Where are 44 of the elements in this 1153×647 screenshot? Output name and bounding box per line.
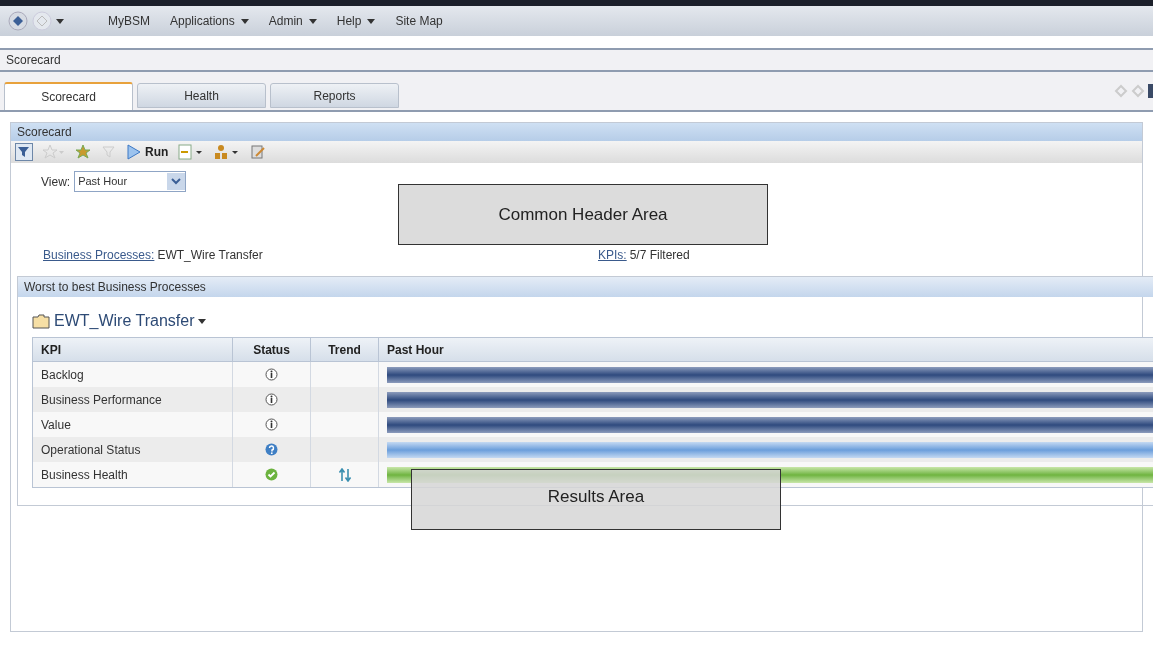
nav-menu[interactable]: MyBSM (108, 12, 150, 30)
folder-icon (32, 313, 50, 329)
nav-menu[interactable]: Site Map (395, 12, 443, 30)
back-icon[interactable] (8, 11, 28, 31)
business-process-value: EWT_Wire Transfer (157, 247, 263, 264)
run-button[interactable]: Run (127, 143, 169, 161)
star-icon[interactable] (75, 144, 91, 160)
kpi-name: Value (41, 416, 71, 434)
star-icon[interactable] (43, 144, 65, 160)
panel-title: Worst to best Business Processes (24, 279, 206, 296)
filter-icon[interactable] (15, 143, 33, 161)
nav-menu[interactable]: Help (336, 12, 376, 30)
chevron-down-icon (167, 173, 186, 190)
history-caret-icon (56, 18, 64, 24)
view-dropdown[interactable]: Past Hour (74, 171, 187, 192)
column-header: KPI (33, 338, 233, 361)
business-processes-link[interactable]: Business Processes: (43, 246, 155, 264)
kpi-name: Backlog (41, 366, 84, 384)
next-icon[interactable] (1131, 84, 1145, 98)
kpi-name: Operational Status (41, 441, 141, 459)
column-header: Past Hour (379, 338, 1153, 361)
nav-menu[interactable]: Admin (268, 12, 317, 30)
tab[interactable]: Scorecard (4, 82, 133, 110)
tab[interactable]: Reports (270, 83, 399, 108)
previous-icon[interactable] (1114, 84, 1128, 98)
callout-label: Common Header Area (398, 184, 768, 245)
panel-title: Scorecard (17, 124, 72, 141)
edit-icon[interactable] (250, 144, 267, 160)
callout-label: Results Area (411, 469, 781, 530)
kpis-value: 5/7 Filtered (629, 247, 690, 264)
hierarchy-icon[interactable] (214, 144, 241, 160)
tab[interactable]: Health (137, 83, 266, 108)
nav-menu[interactable]: Applications (170, 12, 249, 30)
view-label: View: (41, 173, 71, 191)
column-header: Trend (311, 338, 379, 361)
kpis-link[interactable]: KPIs: (598, 246, 627, 264)
caret-icon (198, 318, 207, 324)
play-icon (127, 144, 141, 160)
page-title: Scorecard (6, 52, 61, 69)
column-header: Status (233, 338, 311, 361)
kpi-name: Business Performance (41, 391, 162, 409)
kpi-name: Business Health (41, 466, 128, 484)
process-title[interactable]: EWT_Wire Transfer (54, 309, 207, 333)
export-icon[interactable] (178, 144, 205, 160)
